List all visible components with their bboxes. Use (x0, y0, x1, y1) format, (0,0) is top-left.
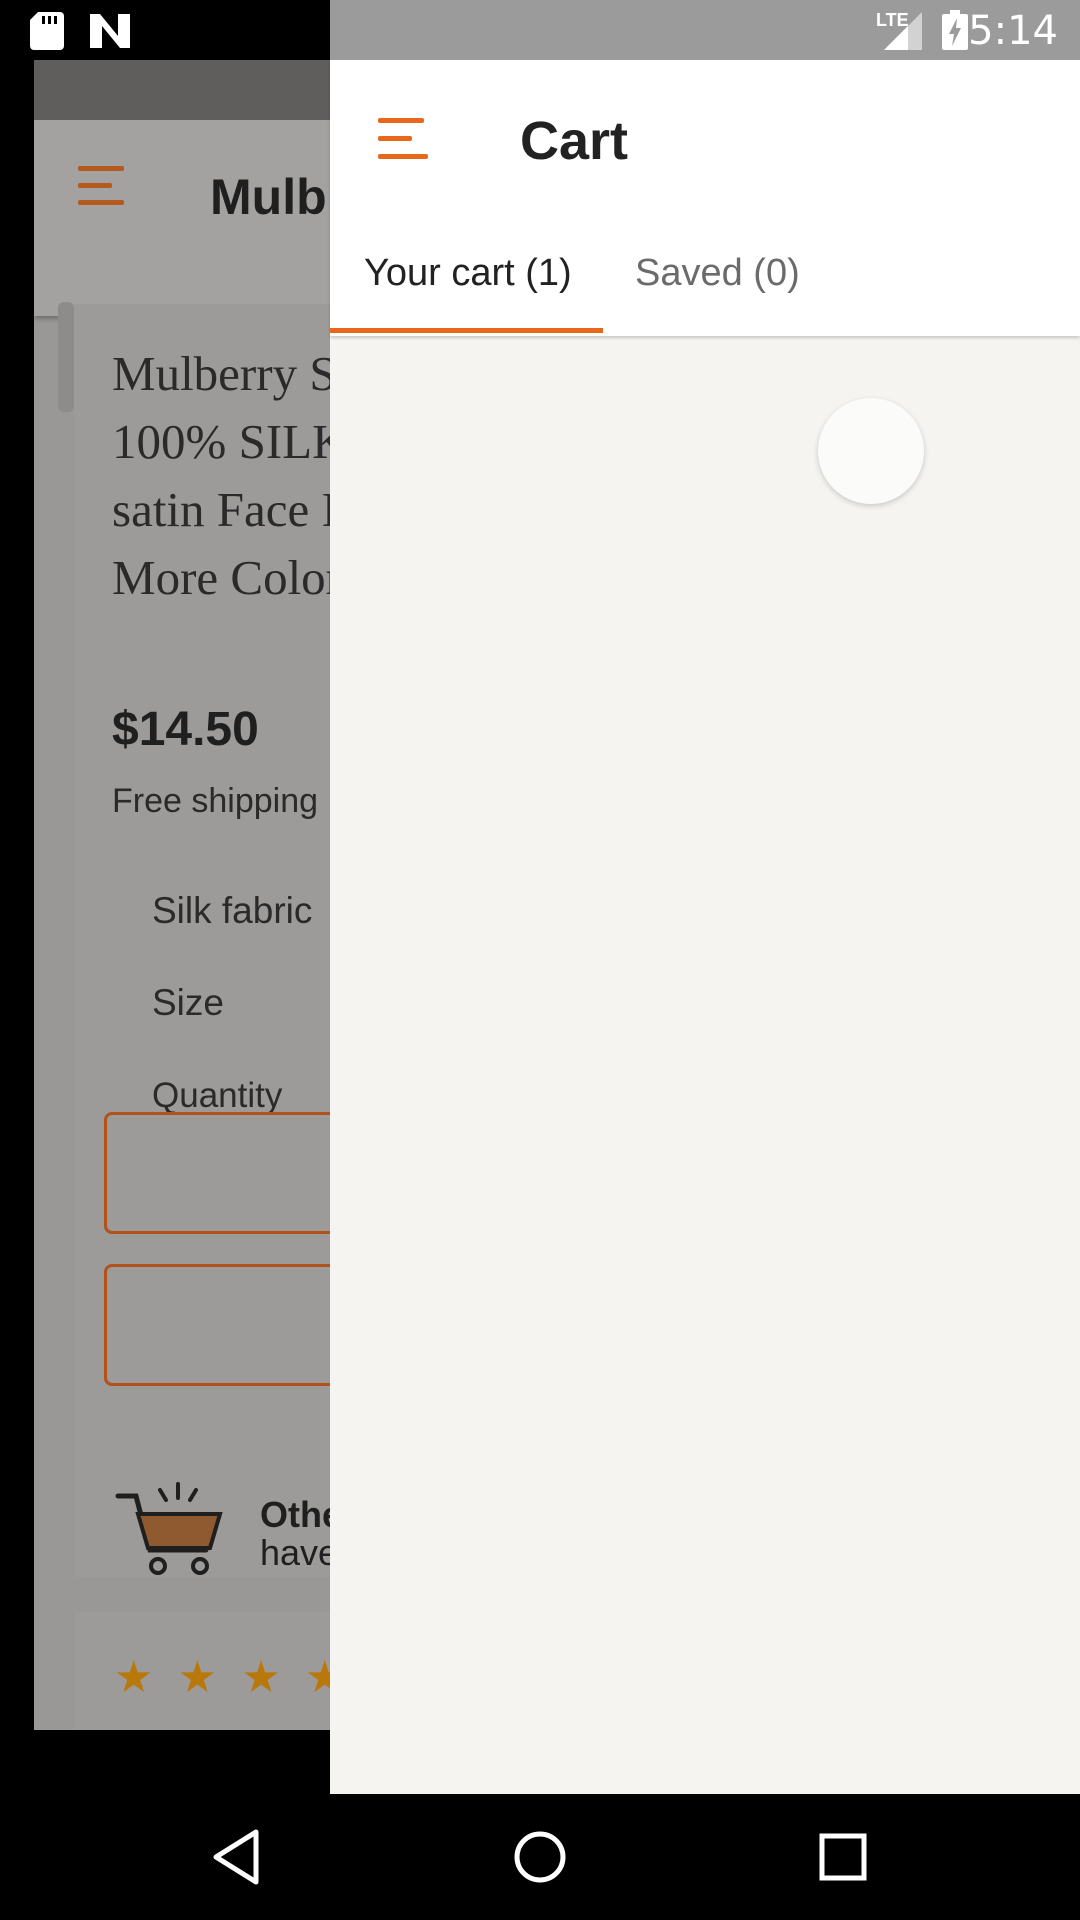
background-option-quantity: Quantity (152, 1076, 283, 1115)
background-scroll-indicator (58, 302, 74, 412)
lte-signal-icon (884, 12, 922, 50)
recents-icon[interactable] (810, 1824, 876, 1890)
clock: 5:14 (968, 8, 1058, 54)
loading-spinner (818, 398, 924, 504)
status-bar: LTE 5:14 (0, 0, 1080, 60)
background-price: $14.50 (112, 703, 259, 756)
battery-charging-icon (942, 10, 968, 50)
background-option-silk-fabric: Silk fabric (152, 890, 313, 931)
navigation-bar (0, 1794, 1080, 1920)
n-logo-icon (90, 14, 130, 48)
sd-card-icon (30, 12, 64, 50)
background-app-title: Mulb (210, 169, 327, 225)
tab-selected-indicator (330, 328, 603, 333)
status-bar-left (0, 0, 330, 60)
shopping-cart-icon (115, 1482, 223, 1575)
tab-your-cart[interactable]: Your cart (1) (364, 252, 572, 295)
background-option-size: Size (152, 982, 224, 1023)
menu-icon[interactable] (378, 118, 428, 164)
home-icon[interactable] (507, 1824, 573, 1890)
status-bar-right: LTE 5:14 (330, 0, 1080, 60)
background-shipping: Free shipping (112, 782, 319, 820)
tab-saved[interactable]: Saved (0) (635, 252, 800, 295)
cart-title: Cart (520, 111, 629, 171)
back-icon[interactable] (204, 1824, 270, 1890)
cart-header: Cart Your cart (1) Saved (0) (330, 60, 1080, 336)
background-menu-icon (78, 166, 124, 206)
cart-drawer: Cart Your cart (1) Saved (0) (330, 60, 1080, 1794)
